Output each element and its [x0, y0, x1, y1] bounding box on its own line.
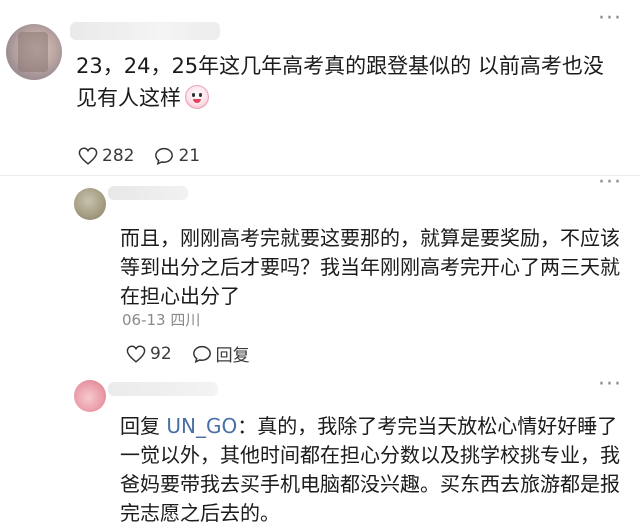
username-blurred[interactable] — [108, 382, 218, 396]
reply-location: 四川 — [170, 311, 201, 329]
like-button[interactable]: 282 — [78, 146, 134, 166]
reply-actions: 92 回复 — [126, 341, 270, 366]
reply-meta: 06-13 四川 — [122, 309, 200, 330]
like-count: 92 — [150, 343, 172, 364]
divider — [0, 175, 640, 176]
comment-body: 23，24，25年这几年高考真的跟登基似的 以前高考也没见有人这样 — [76, 54, 604, 110]
crying-face-emoji — [185, 85, 209, 109]
reply-label: 回复 — [215, 346, 250, 366]
comment-actions: 282 21 — [78, 146, 220, 166]
username-blurred[interactable] — [108, 186, 188, 200]
reply-text: 回复 UN_GO：真的，我除了考完当天放松心情好好睡了一觉以外，其他时间都在担心… — [120, 412, 630, 528]
reply-text: 而且，刚刚高考完就要这要那的，就算是要奖励，不应该等到出分之后才要吗？我当年刚刚… — [120, 226, 620, 308]
comment-count: 21 — [178, 146, 201, 166]
more-options-icon[interactable]: ··· — [598, 372, 622, 397]
avatar[interactable] — [74, 188, 106, 220]
comment-bubble-icon — [192, 345, 211, 363]
reply-prefix: 回复 — [120, 414, 167, 438]
comment-bubble-icon — [155, 147, 174, 165]
avatar[interactable] — [74, 380, 106, 412]
heart-icon — [126, 344, 146, 363]
mention-link[interactable]: UN_GO — [166, 414, 237, 438]
like-count: 282 — [102, 146, 135, 166]
comment-button[interactable]: 21 — [154, 146, 200, 166]
avatar[interactable] — [6, 24, 62, 80]
comment-text: 23，24，25年这几年高考真的跟登基似的 以前高考也没见有人这样 — [76, 50, 616, 114]
username-blurred[interactable] — [70, 22, 220, 40]
like-button[interactable]: 92 — [126, 344, 172, 364]
reply-date: 06-13 — [122, 311, 166, 329]
heart-icon — [78, 147, 98, 165]
reply-button[interactable]: 回复 — [192, 341, 250, 366]
more-options-icon[interactable]: ··· — [598, 6, 622, 31]
more-options-icon[interactable]: ··· — [598, 170, 622, 195]
